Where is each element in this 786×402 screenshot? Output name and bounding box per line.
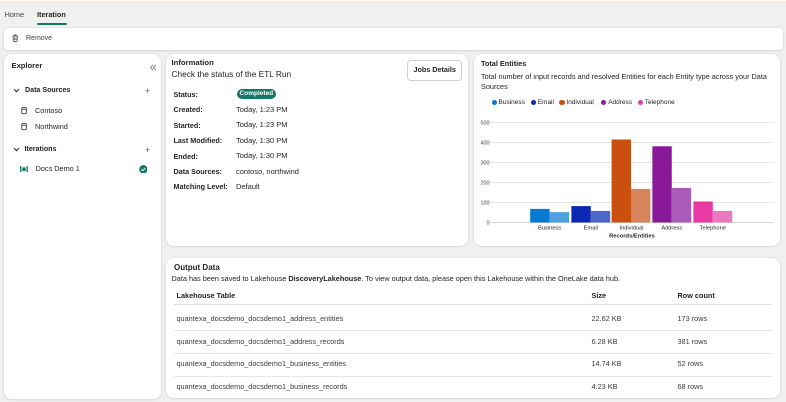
svg-text:Address: Address (661, 225, 682, 231)
svg-text:Telephone: Telephone (699, 225, 725, 231)
svg-text:300: 300 (480, 160, 489, 166)
svg-text:Individual: Individual (619, 225, 643, 231)
svg-text:400: 400 (480, 140, 489, 146)
svg-text:Email: Email (583, 225, 597, 231)
svg-text:Records/Entities: Records/Entities (609, 233, 655, 239)
svg-text:0: 0 (486, 220, 489, 226)
svg-text:500: 500 (480, 120, 489, 126)
svg-text:200: 200 (480, 180, 489, 186)
svg-text:100: 100 (480, 200, 489, 206)
svg-text:Business: Business (538, 225, 561, 231)
